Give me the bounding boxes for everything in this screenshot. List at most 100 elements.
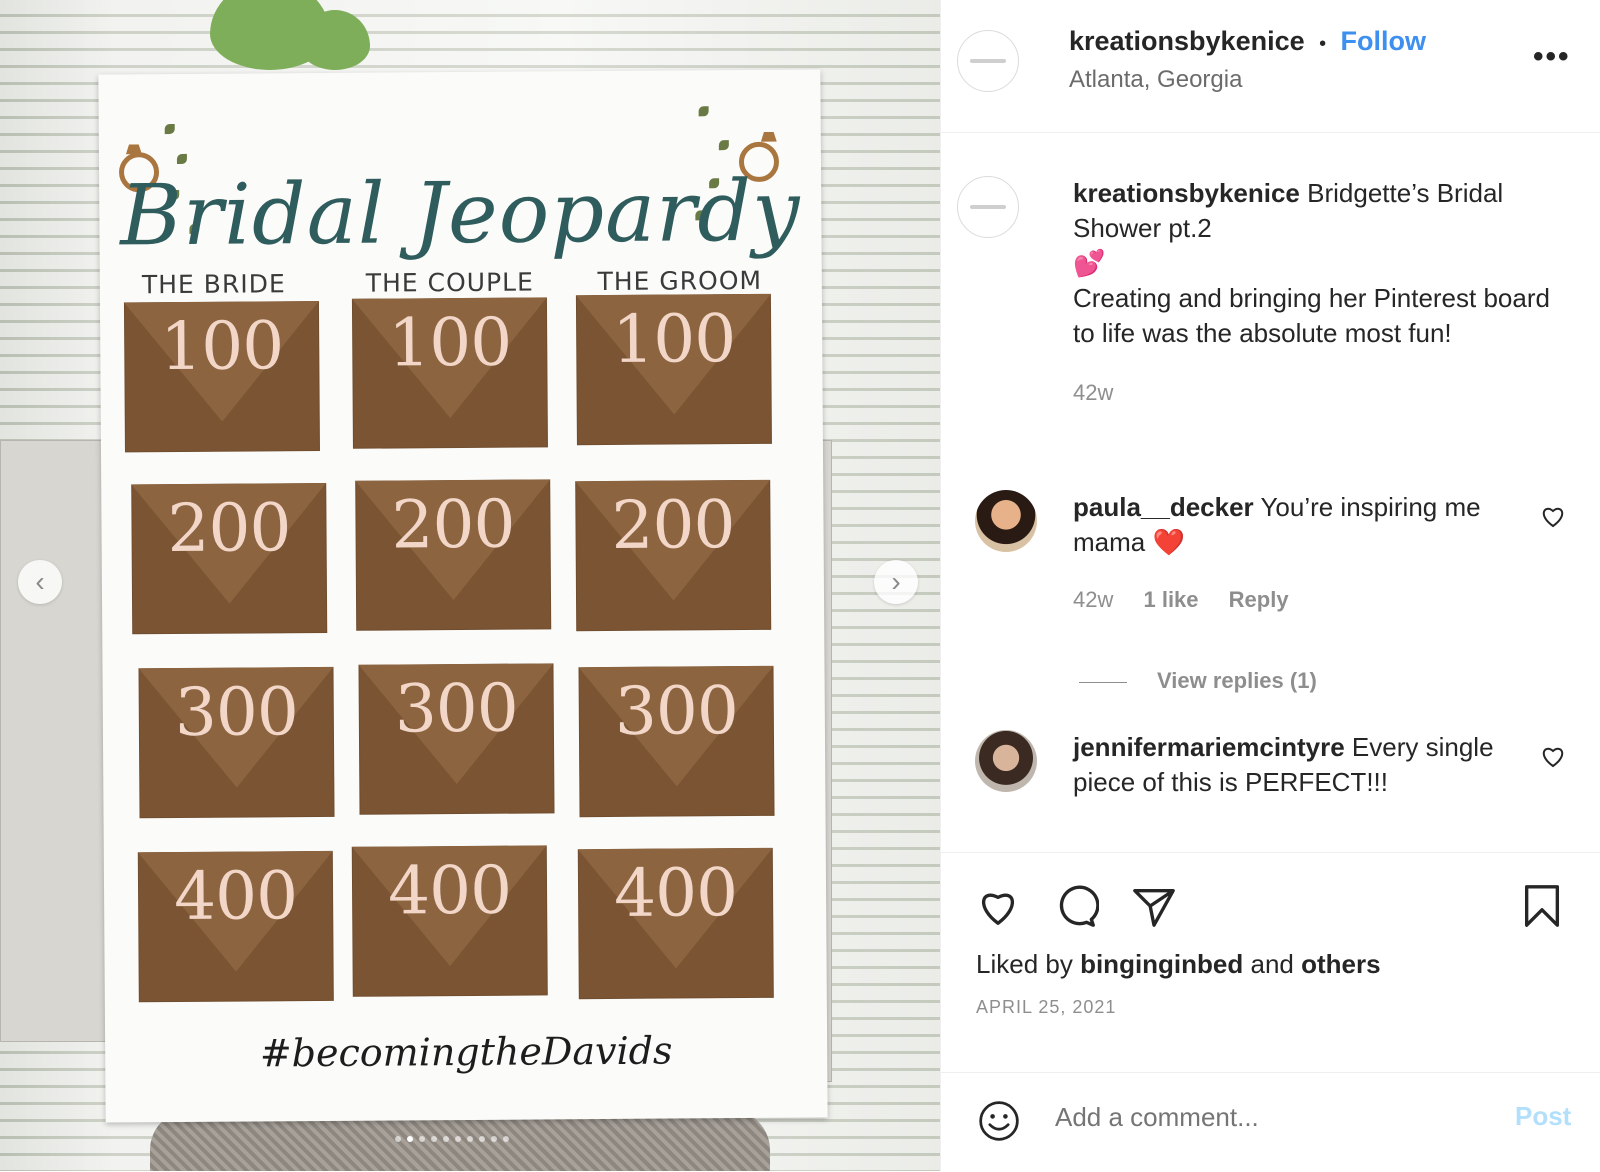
comment-meta: 42w 1 like Reply <box>1073 582 1543 617</box>
ring-icon <box>761 132 777 142</box>
comment-like-button[interactable] <box>1541 506 1565 534</box>
carousel-dot <box>467 1136 473 1142</box>
post-actions: Liked by binginginbed and others APRIL 2… <box>941 852 1600 1083</box>
envelope-card: 300 <box>358 663 555 815</box>
caption-emoji: 💕 <box>1073 248 1106 278</box>
envelope-value: 400 <box>387 851 512 930</box>
jeopardy-board: Bridal Jeopardy THE BRIDE THE COUPLE THE… <box>98 69 828 1123</box>
post-image: Bridal Jeopardy THE BRIDE THE COUPLE THE… <box>0 0 940 1171</box>
carousel-dot <box>491 1136 497 1142</box>
comment-likes[interactable]: 1 like <box>1143 587 1198 612</box>
chevron-left-icon: ‹ <box>35 566 45 597</box>
heart-icon <box>1542 507 1564 528</box>
next-image-button[interactable]: › <box>874 560 918 604</box>
post-comment-button[interactable]: Post <box>1515 1101 1571 1132</box>
likes-summary: Liked by binginginbed and others <box>976 949 1381 980</box>
carousel-dot <box>431 1136 437 1142</box>
carousel-dot <box>419 1136 425 1142</box>
more-options-button[interactable]: ••• <box>1533 40 1571 74</box>
view-replies-button[interactable]: View replies (1) <box>1079 668 1317 694</box>
envelope-card: 200 <box>355 479 552 631</box>
envelope-value: 100 <box>159 307 284 386</box>
smiley-icon <box>979 1101 1019 1141</box>
envelope-card: 200 <box>575 479 772 632</box>
likes-connector: and <box>1250 949 1294 979</box>
envelope-card: 300 <box>138 666 335 819</box>
envelope-value: 100 <box>611 300 736 378</box>
comment-username[interactable]: jennifermariemcintyre <box>1073 732 1345 762</box>
column-header-groom: THE GROOM <box>597 265 763 297</box>
liker-username[interactable]: binginginbed <box>1080 949 1243 979</box>
column-header-bride: THE BRIDE <box>141 269 286 300</box>
carousel-dot <box>443 1136 449 1142</box>
follow-button[interactable]: Follow <box>1341 26 1426 56</box>
envelope-value: 200 <box>167 489 291 568</box>
post-side-panel: kreationsbykenice • Follow Atlanta, Geor… <box>940 0 1600 1171</box>
like-button[interactable] <box>975 883 1021 929</box>
comment-username[interactable]: paula__decker <box>1073 492 1254 522</box>
add-comment-row: Post <box>941 1072 1600 1172</box>
post-location[interactable]: Atlanta, Georgia <box>1069 66 1242 94</box>
envelope-value: 300 <box>394 669 519 748</box>
commenter-avatar[interactable] <box>975 490 1037 552</box>
envelope-value: 100 <box>387 303 512 382</box>
carousel-dots <box>395 1136 509 1142</box>
envelope-card: 300 <box>578 665 775 818</box>
emoji-button[interactable] <box>977 1099 1021 1148</box>
more-icon: ••• <box>1533 40 1571 73</box>
comment-reply-button[interactable]: Reply <box>1229 587 1289 612</box>
carousel-dot <box>395 1136 401 1142</box>
board-hashtag: #becomingtheDavids <box>259 1028 673 1076</box>
carousel-dot <box>455 1136 461 1142</box>
envelope-card: 100 <box>351 297 548 449</box>
envelope-card: 200 <box>131 482 328 635</box>
comment-item: paula__decker You’re inspiring me mama ❤… <box>1073 490 1543 617</box>
commenter-avatar[interactable] <box>975 730 1037 792</box>
carousel-dot <box>479 1136 485 1142</box>
envelope-card: 100 <box>123 300 320 453</box>
envelope-card: 400 <box>577 847 774 1000</box>
envelope-value: 400 <box>173 857 298 936</box>
paper-plane-icon <box>1133 888 1175 927</box>
comment-emoji: ❤️ <box>1152 527 1185 557</box>
leaf-sprig-icon <box>698 106 709 117</box>
leaf-sprig-icon <box>718 140 729 151</box>
envelope-card: 100 <box>575 293 772 446</box>
caption-time[interactable]: 42w <box>1073 375 1563 410</box>
carousel-dot <box>503 1136 509 1142</box>
envelope-value: 200 <box>611 486 735 564</box>
post-caption: kreationsbykenice Bridgette’s Bridal Sho… <box>1073 176 1563 410</box>
leaf-sprig-icon <box>176 153 187 164</box>
comment-like-button[interactable] <box>1541 746 1565 774</box>
likes-others-link[interactable]: others <box>1301 949 1380 979</box>
column-header-couple: THE COUPLE <box>365 267 534 298</box>
comment-item: jennifermariemcintyre Every single piece… <box>1073 730 1543 800</box>
envelope-value: 200 <box>391 485 515 564</box>
caption-author-avatar[interactable] <box>957 176 1019 238</box>
likes-prefix: Liked by <box>976 949 1073 979</box>
leaf-sprig-icon <box>164 124 175 135</box>
post-date[interactable]: APRIL 25, 2021 <box>976 997 1116 1018</box>
board-title: Bridal Jeopardy <box>119 161 801 265</box>
envelope-card: 400 <box>137 850 334 1003</box>
chevron-right-icon: › <box>891 566 901 597</box>
bookmark-icon <box>1524 885 1560 927</box>
save-button[interactable] <box>1519 883 1565 929</box>
author-avatar[interactable] <box>957 30 1019 92</box>
comment-time[interactable]: 42w <box>1073 587 1113 612</box>
share-button[interactable] <box>1131 883 1177 929</box>
comment-bubble-icon <box>1059 885 1100 927</box>
author-username[interactable]: kreationsbykenice <box>1069 26 1305 56</box>
envelope-value: 400 <box>613 854 738 932</box>
ring-icon <box>126 144 142 154</box>
caption-username[interactable]: kreationsbykenice <box>1073 178 1300 208</box>
previous-image-button[interactable]: ‹ <box>18 560 62 604</box>
comment-button[interactable] <box>1053 883 1100 929</box>
comment-input[interactable] <box>1053 1101 1477 1134</box>
dot-separator: • <box>1319 33 1327 55</box>
envelope-value: 300 <box>614 672 739 750</box>
carousel-dot-active <box>407 1136 413 1142</box>
heart-icon <box>1542 747 1564 768</box>
caption-text-body: Creating and bringing her Pinterest boar… <box>1073 283 1550 348</box>
post-header: kreationsbykenice • Follow Atlanta, Geor… <box>941 0 1600 133</box>
